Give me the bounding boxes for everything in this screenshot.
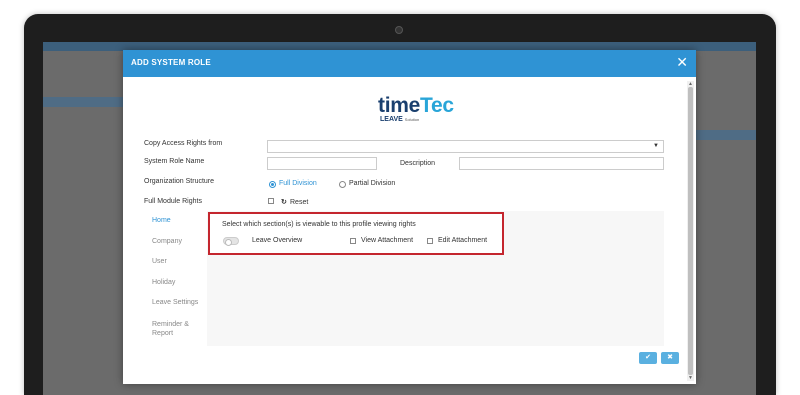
view-attachment-checkbox[interactable] <box>350 238 356 244</box>
confirm-button[interactable]: ✔ <box>639 352 657 364</box>
full-module-checkbox[interactable] <box>268 198 274 204</box>
timetec-leave-logo: timeTec LEAVE Solution <box>378 94 454 123</box>
partial-division-radio[interactable] <box>339 181 346 188</box>
cancel-button[interactable]: ✖ <box>661 352 679 364</box>
full-division-label[interactable]: Full Division <box>279 180 317 187</box>
background-app-strip <box>691 130 756 140</box>
system-role-label: System Role Name <box>144 158 205 165</box>
reset-button[interactable]: Reset <box>290 199 308 206</box>
view-attachment-label: View Attachment <box>361 237 414 244</box>
scrollbar-thumb[interactable] <box>688 87 693 375</box>
close-icon[interactable]: ✕ <box>676 55 688 69</box>
viewing-rights-instruction: Select which section(s) is viewable to t… <box>222 221 416 228</box>
system-role-input[interactable] <box>267 157 377 170</box>
tab-company[interactable]: Company <box>152 238 182 245</box>
edit-attachment-checkbox[interactable] <box>427 238 433 244</box>
dialog-header: ADD SYSTEM ROLE ✕ <box>123 50 696 77</box>
tab-holiday[interactable]: Holiday <box>152 279 175 286</box>
leave-overview-label: Leave Overview <box>252 237 303 244</box>
full-module-label: Full Module Rights <box>144 198 202 205</box>
module-tabs: Home Company User Holiday Leave Settings… <box>143 211 207 346</box>
full-division-radio[interactable] <box>269 181 276 188</box>
viewing-rights-highlight: Select which section(s) is viewable to t… <box>208 212 504 255</box>
tab-home[interactable]: Home <box>152 217 171 224</box>
dialog-title: ADD SYSTEM ROLE <box>131 58 211 67</box>
scroll-down-icon[interactable]: ▼ <box>688 375 693 381</box>
webcam-icon <box>395 26 403 34</box>
copy-access-label: Copy Access Rights from <box>144 140 223 147</box>
chevron-down-icon: ▼ <box>653 143 659 149</box>
check-icon: ✔ <box>645 354 651 361</box>
tab-leave-settings[interactable]: Leave Settings <box>152 299 198 306</box>
edit-attachment-label: Edit Attachment <box>438 237 488 244</box>
reset-icon[interactable]: ↻ <box>281 198 287 206</box>
tab-user[interactable]: User <box>152 258 167 265</box>
dialog-scrollbar[interactable]: ▲ ▼ <box>687 81 694 381</box>
description-label: Description <box>400 160 436 167</box>
add-system-role-dialog: ADD SYSTEM ROLE ✕ ▲ ▼ timeTec LEAVE Solu… <box>123 50 696 384</box>
tab-reminder-report[interactable]: Reminder & Report <box>152 320 202 338</box>
partial-division-label[interactable]: Partial Division <box>349 180 395 187</box>
background-app-strip <box>43 97 123 107</box>
description-input[interactable] <box>459 157 664 170</box>
close-icon: ✖ <box>667 354 673 361</box>
org-structure-label: Organization Structure <box>144 178 215 185</box>
copy-access-select[interactable]: ▼ <box>267 140 664 153</box>
leave-overview-toggle[interactable] <box>223 237 239 246</box>
